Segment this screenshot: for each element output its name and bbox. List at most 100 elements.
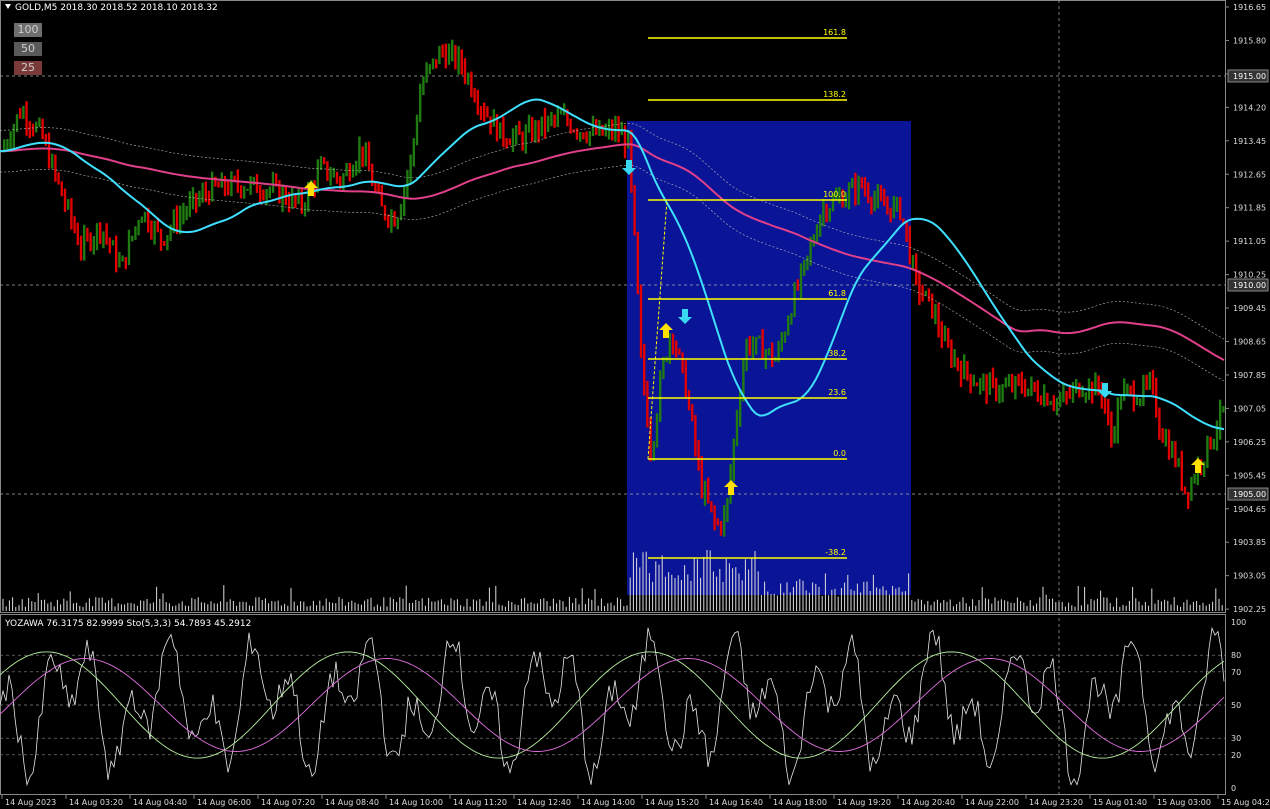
bull-bar [662, 356, 665, 380]
preset-button-25[interactable]: 25 [14, 61, 42, 75]
bear-bar [1052, 395, 1055, 412]
bear-bar [905, 220, 908, 243]
bull-bar [492, 109, 495, 127]
bear-bar [1020, 371, 1023, 394]
bear-bar [371, 163, 374, 187]
bull-bar [783, 331, 787, 343]
bull-bar [1049, 400, 1052, 406]
bull-bar [767, 347, 771, 356]
price-tick-label: 1911.05 [1233, 237, 1266, 246]
bull-bar [934, 304, 937, 325]
time-tick-label: 14 Aug 04:40 [133, 798, 187, 807]
oscillator-tick-label: 80 [1231, 651, 1241, 660]
time-tick-label: 14 Aug 19:20 [837, 798, 891, 807]
bear-bar [454, 44, 457, 70]
bull-bar [1193, 473, 1196, 484]
bear-bar [1033, 382, 1036, 392]
bear-bar [380, 184, 383, 207]
bear-bar [262, 189, 265, 201]
bull-bar [38, 117, 41, 128]
bull-bar [723, 505, 726, 537]
bull-bar [511, 128, 515, 153]
bull-bar [1055, 397, 1059, 416]
bull-bar [579, 131, 582, 142]
bear-bar [950, 339, 953, 368]
bear-bar [1046, 392, 1049, 406]
bear-bar [393, 211, 396, 227]
time-tick-label: 15 Aug 01:40 [1093, 798, 1147, 807]
price-level-badge-label: 1910.00 [1233, 281, 1266, 290]
bear-bar [1017, 373, 1020, 387]
bear-bar [921, 284, 924, 302]
bull-bar [358, 136, 361, 174]
bear-bar [1161, 428, 1164, 443]
fib-level-label: 161.8 [823, 28, 846, 37]
price-tick-label: 1909.45 [1233, 304, 1266, 313]
indicator-header: YOZAWA 76.3175 82.9999 Sto(5,3,3) 54.789… [4, 619, 251, 629]
bear-bar [697, 439, 700, 471]
time-tick-label: 14 Aug 18:00 [773, 798, 827, 807]
bull-bar [550, 111, 553, 127]
time-tick-label: 15 Aug 04:20 [1221, 798, 1270, 807]
bear-bar [761, 329, 764, 360]
price-tick-label: 1915.80 [1233, 36, 1266, 45]
bear-bar [44, 133, 47, 146]
bear-bar [367, 141, 371, 171]
bear-bar [639, 284, 643, 358]
bull-bar [745, 338, 748, 372]
bull-bar [1222, 406, 1225, 413]
bear-bar [719, 520, 723, 536]
fib-level-label: 138.2 [823, 90, 846, 99]
bull-bar [137, 219, 140, 236]
bear-bar [31, 123, 35, 137]
bear-bar [227, 181, 230, 196]
bull-bar [943, 325, 947, 342]
bull-bar [732, 438, 735, 482]
bull-bar [467, 72, 470, 85]
bear-bar [374, 181, 377, 192]
bull-bar [1206, 435, 1209, 469]
trading-chart[interactable]: 161.8 138.2 100.0 61.8 38.2 23.6 0.0 -38.2 1916… [0, 0, 1270, 809]
bull-bar [857, 175, 860, 205]
bear-bar [825, 203, 828, 223]
bull-bar [1084, 392, 1087, 404]
bear-bar [636, 231, 639, 295]
bull-bar [815, 224, 819, 243]
bull-bar [355, 160, 358, 176]
bear-bar [1011, 373, 1014, 393]
bull-bar [51, 153, 54, 169]
bear-bar [1091, 381, 1094, 404]
bear-bar [700, 455, 703, 499]
bull-bar [9, 131, 12, 150]
bear-bar [159, 228, 163, 251]
price-panel [0, 0, 1226, 613]
bull-bar [246, 188, 249, 191]
bull-bar [499, 122, 502, 139]
bull-bar [131, 235, 134, 242]
bear-bar [931, 293, 934, 319]
bull-bar [83, 224, 86, 261]
bear-bar [217, 181, 220, 188]
bear-bar [25, 101, 28, 136]
bull-bar [1030, 376, 1033, 397]
bull-bar [67, 199, 70, 210]
bear-bar [1167, 429, 1171, 460]
bull-bar [1139, 398, 1142, 407]
bear-bar [476, 89, 479, 116]
bull-bar [1164, 428, 1167, 447]
bear-bar [1151, 369, 1155, 395]
preset-button-50[interactable]: 50 [14, 42, 42, 56]
bear-bar [335, 171, 339, 184]
bear-bar [531, 116, 534, 142]
bull-bar [351, 164, 355, 178]
bull-bar [1119, 395, 1123, 410]
bull-bar [121, 255, 124, 262]
time-tick-label: 14 Aug 15:20 [645, 798, 699, 807]
bull-bar [787, 315, 790, 336]
bull-bar [134, 226, 137, 240]
bull-bar [755, 336, 758, 355]
preset-button-100[interactable]: 100 [14, 23, 42, 37]
bear-bar [486, 106, 489, 118]
price-tick-label: 1908.65 [1233, 338, 1266, 347]
bear-bar [463, 58, 467, 85]
